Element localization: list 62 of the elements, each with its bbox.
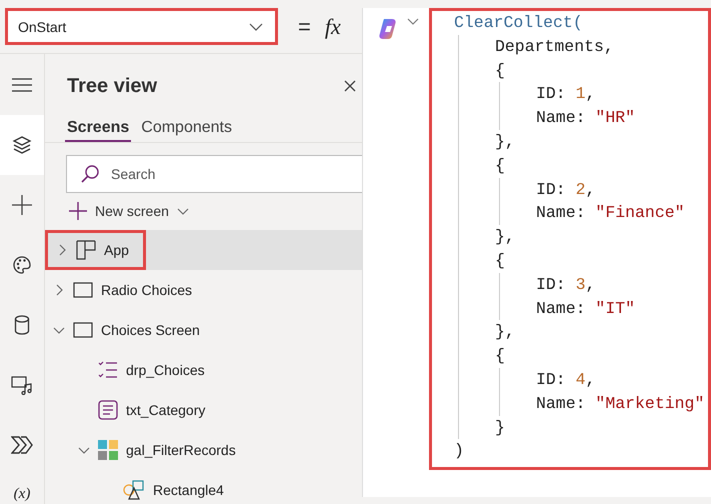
panel-title: Tree view (67, 74, 158, 98)
search-field[interactable]: Search (66, 155, 362, 193)
code-line: Departments, (495, 36, 614, 56)
code-line: ) (454, 441, 464, 460)
chevron-down-icon[interactable] (53, 326, 65, 334)
tree-item[interactable]: Radio Choices (45, 270, 206, 310)
tab[interactable]: Screens (65, 118, 132, 142)
chevrons-icon (11, 436, 33, 454)
grid-icon (76, 240, 96, 260)
code-line: ID: 1, (536, 84, 596, 104)
fx-label: fx (324, 14, 341, 40)
gallery-icon (98, 440, 118, 460)
chevron-down-icon (176, 208, 189, 214)
plus-icon (69, 202, 87, 220)
screen-icon (73, 322, 93, 338)
tree-item[interactable]: drp_Choices (45, 350, 219, 390)
tree-item[interactable]: Rectangle4 (45, 470, 238, 504)
code-line: ID: 3, (536, 274, 596, 294)
code-line: { (495, 156, 505, 175)
code-line: }, (495, 132, 515, 151)
code-line: { (495, 250, 505, 270)
palette-icon (12, 255, 32, 275)
tree-item[interactable]: gal_FilterRecords (45, 430, 250, 470)
menu-icon (12, 78, 32, 92)
rail-item[interactable] (0, 115, 44, 175)
tree-item[interactable]: App (45, 230, 146, 270)
code-line: { (495, 346, 505, 366)
plus-icon (12, 195, 32, 215)
close-icon[interactable] (344, 80, 356, 92)
tab[interactable]: Components (139, 118, 234, 142)
chevron-down-icon[interactable] (78, 446, 90, 454)
code-line: }, (495, 227, 515, 246)
text-box-icon (98, 400, 118, 420)
tree-item[interactable]: Choices Screen (45, 310, 214, 350)
tree-item[interactable]: txt_Category (45, 390, 220, 430)
code-line: ID: 2, (536, 180, 596, 199)
code-line: Name: "HR" (536, 108, 636, 128)
cylinder-icon (14, 315, 30, 335)
code-line: Name: "IT" (536, 298, 636, 318)
screen-icon (73, 282, 93, 298)
chevron-down-icon (249, 22, 263, 30)
code-line: Name: "Marketing" (536, 394, 704, 413)
code-line: Name: "Finance" (536, 203, 685, 222)
shapes-icon (123, 480, 145, 500)
layers-icon (12, 135, 32, 155)
chevron-down-icon[interactable] (407, 18, 419, 25)
rail-item[interactable]: (x) (0, 475, 44, 503)
chevron-right-icon[interactable] (58, 244, 66, 256)
equals-sign: = (298, 14, 311, 40)
media-icon (11, 375, 33, 395)
formula-editor[interactable]: ClearCollect( Departments, { ID: 1, Name: "HR" }, { ID: 2, Name: "Finance" }, { ID: 3, Name: "IT" }, { ID: 4, Name: "Marketing" } ) (362, 8, 711, 497)
chevron-right-icon[interactable] (56, 284, 62, 296)
property-dropdown[interactable]: OnStart (5, 8, 278, 45)
code-line: }, (495, 322, 515, 342)
code-line: { (495, 60, 505, 80)
variables-icon: (x) (14, 486, 30, 503)
new-screen-button[interactable]: New screen (69, 198, 189, 224)
code-line: ID: 4, (536, 370, 596, 389)
list-icon (98, 361, 118, 379)
code-line: } (495, 418, 505, 437)
search-icon (80, 164, 100, 184)
code-line: ClearCollect( (454, 13, 583, 32)
